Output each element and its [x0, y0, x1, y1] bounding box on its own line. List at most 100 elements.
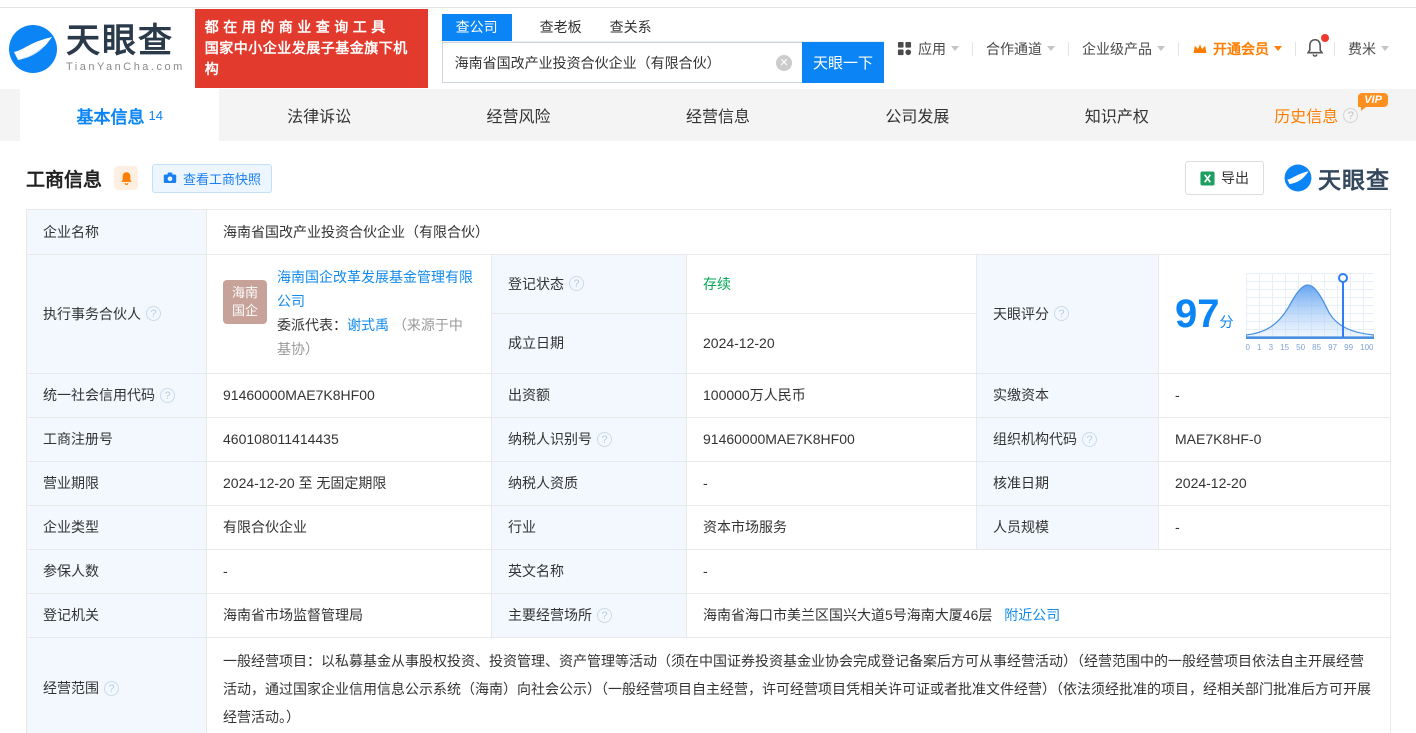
nav-apps-label: 应用 — [918, 40, 946, 57]
tab-operation-label: 经营信息 — [685, 109, 750, 126]
top-strip — [0, 0, 1416, 8]
staff-size-value: - — [1157, 505, 1392, 550]
field-label: 纳税人识别号 — [491, 417, 687, 462]
field-label: 经营范围 — [26, 637, 207, 733]
table-row: 营业期限 2024-12-20 至 无固定期限 纳税人资质 - 核准日期 202… — [26, 461, 1392, 506]
snapshot-label: 查看工商快照 — [183, 171, 262, 187]
business-term-value: 2024-12-20 至 无固定期限 — [206, 461, 492, 506]
username: 费米 — [1348, 40, 1376, 57]
search-tab-company[interactable]: 查公司 — [441, 14, 512, 41]
search-input[interactable] — [441, 42, 802, 83]
clear-search-icon[interactable] — [776, 55, 792, 71]
field-label: 登记机关 — [26, 593, 207, 638]
top-nav: 应用 合作通道 企业级产品 开通会员 费米 — [884, 33, 1402, 60]
nav-partner-channel[interactable]: 合作通道 — [973, 39, 1068, 59]
help-icon[interactable] — [146, 306, 161, 322]
tab-legal[interactable]: 法律诉讼 — [219, 89, 418, 141]
nearby-companies-link[interactable]: 附近公司 — [1004, 607, 1060, 623]
help-icon[interactable] — [160, 387, 175, 403]
help-icon[interactable] — [569, 276, 584, 292]
header: 天眼查 TianYanCha.com 都在用的商业查询工具 国家中小企业发展子基… — [0, 8, 1416, 89]
search-area: 查公司 查老板 查关系 天眼一下 — [441, 14, 884, 83]
help-icon[interactable] — [1343, 107, 1359, 123]
address-text: 海南省海口市美兰区国兴大道5号海南大厦46层 — [703, 607, 993, 624]
delegate-label: 委派代表： — [277, 317, 347, 333]
field-label: 出资额 — [491, 373, 687, 418]
help-icon[interactable] — [1054, 306, 1069, 322]
tab-operation[interactable]: 经营信息 — [618, 89, 817, 141]
tab-basic-label: 基本信息 — [76, 107, 145, 127]
reg-number-value: 460108011414435 — [206, 417, 492, 462]
table-row: 登记机关 海南省市场监督管理局 主要经营场所 海南省海口市美兰区国兴大道5号海南… — [26, 593, 1392, 638]
search-button[interactable]: 天眼一下 — [802, 42, 884, 83]
slogan-badge: 都在用的商业查询工具 国家中小企业发展子基金旗下机构 — [194, 9, 428, 88]
chevron-down-icon — [951, 46, 959, 51]
notification-bell[interactable] — [1296, 33, 1334, 60]
tab-development-label: 公司发展 — [885, 109, 950, 126]
paid-capital-value: - — [1157, 373, 1392, 418]
business-scope-value: 一般经营项目：以私募基金从事股权投资、投资管理、资产管理等活动（须在中国证券投资… — [205, 637, 1392, 733]
view-snapshot-button[interactable]: 查看工商快照 — [152, 163, 273, 193]
registration-status-value: 存续 — [686, 254, 977, 314]
business-site-value: 海南省海口市美兰区国兴大道5号海南大厦46层 附近公司 — [685, 593, 1392, 638]
watermark-text: 天眼查 — [1318, 167, 1390, 193]
export-button[interactable]: 导出 — [1185, 161, 1264, 195]
tab-history[interactable]: VIP 历史信息 — [1217, 89, 1416, 141]
industry-value: 资本市场服务 — [686, 505, 977, 550]
table-row: 统一社会信用代码 91460000MAE7K8HF00 出资额 100000万人… — [26, 373, 1392, 418]
page-tab-bar: 基本信息 14 法律诉讼 经营风险 经营信息 公司发展 知识产权 VIP 历史信… — [0, 89, 1416, 141]
bell-icon — [120, 172, 132, 185]
field-label: 企业名称 — [26, 209, 207, 255]
search-tab-boss[interactable]: 查老板 — [540, 14, 582, 41]
field-label: 营业期限 — [26, 461, 207, 506]
field-label: 工商注册号 — [26, 417, 207, 462]
help-icon[interactable] — [597, 431, 612, 447]
excel-icon — [1200, 170, 1215, 186]
tab-risk-label: 经营风险 — [486, 109, 551, 126]
field-label: 实缴资本 — [976, 373, 1159, 418]
tianyancha-logo-icon — [9, 24, 57, 73]
field-label: 人员规模 — [976, 505, 1159, 550]
tab-development[interactable]: 公司发展 — [818, 89, 1017, 141]
section-title: 工商信息 — [26, 169, 103, 191]
nav-apps[interactable]: 应用 — [884, 39, 972, 59]
score-distribution-chart: 0 1 3 15 50 85 97 99 100 — [1245, 273, 1374, 355]
business-info-table: 企业名称 海南省国改产业投资合伙企业（有限合伙） 执行事务合伙人 海南国企 海南… — [26, 209, 1392, 733]
tab-risk[interactable]: 经营风险 — [419, 89, 618, 141]
nav-vip-label: 开通会员 — [1213, 40, 1269, 57]
tab-ip[interactable]: 知识产权 — [1017, 89, 1216, 141]
tab-basic-info[interactable]: 基本信息 14 — [20, 89, 220, 141]
chevron-down-icon — [1274, 46, 1282, 51]
search-tab-relation[interactable]: 查关系 — [610, 14, 652, 41]
partner-company-link[interactable]: 海南国企改革发展基金管理有限公司 — [277, 269, 473, 309]
reg-authority-value: 海南省市场监督管理局 — [206, 593, 492, 638]
nav-user[interactable]: 费米 — [1335, 39, 1402, 59]
field-label: 执行事务合伙人 — [26, 254, 207, 374]
delegate-name-link[interactable]: 谢式禹 — [347, 317, 389, 333]
nav-open-vip[interactable]: 开通会员 — [1179, 39, 1295, 59]
tab-legal-label: 法律诉讼 — [287, 109, 352, 126]
org-code-value: MAE7K8HF-0 — [1157, 417, 1392, 462]
field-label: 英文名称 — [491, 549, 687, 594]
chevron-down-icon — [1381, 46, 1389, 51]
table-row: 执行事务合伙人 海南国企 海南国企改革发展基金管理有限公司 委派代表：谢式禹 （… — [26, 254, 1392, 374]
tab-basic-count: 14 — [148, 107, 163, 123]
help-icon[interactable] — [104, 680, 119, 696]
nav-enterprise-product[interactable]: 企业级产品 — [1069, 39, 1178, 59]
field-label: 主要经营场所 — [491, 593, 687, 638]
partner-avatar[interactable]: 海南 国企 — [223, 280, 267, 325]
monitor-bell-button[interactable] — [114, 166, 139, 190]
field-label: 成立日期 — [491, 313, 687, 374]
slogan-line2: 国家中小企业发展子基金旗下机构 — [204, 40, 408, 77]
table-row: 企业名称 海南省国改产业投资合伙企业（有限合伙） — [26, 209, 1392, 255]
slogan-line1: 都在用的商业查询工具 — [204, 19, 390, 35]
help-icon[interactable] — [1082, 431, 1097, 447]
notification-dot — [1321, 33, 1329, 42]
chevron-down-icon — [1047, 46, 1055, 51]
score-axis: 0 1 3 15 50 85 97 99 100 — [1245, 343, 1374, 353]
table-row: 工商注册号 460108011414435 纳税人识别号 91460000MAE… — [26, 417, 1392, 462]
contribution-value: 100000万人民币 — [686, 373, 977, 418]
help-icon[interactable] — [597, 607, 612, 623]
search-tabs: 查公司 查老板 查关系 — [441, 14, 884, 42]
site-logo[interactable]: 天眼查 TianYanCha.com — [8, 24, 185, 74]
